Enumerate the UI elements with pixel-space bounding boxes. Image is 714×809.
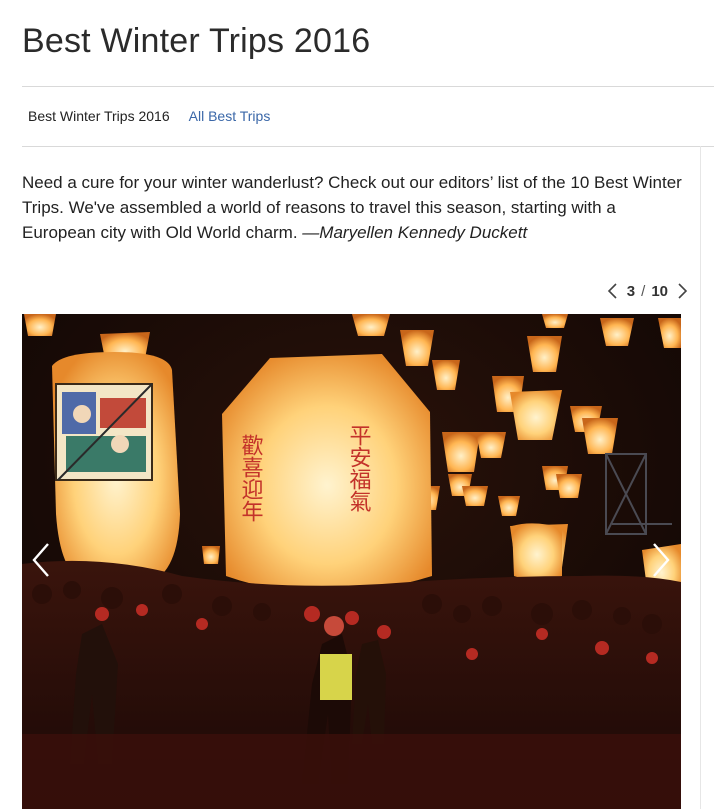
pager-total: 10 — [651, 282, 668, 300]
pager-next-button[interactable] — [674, 282, 690, 300]
slide-next-button[interactable] — [648, 540, 674, 580]
intro-byline: —Maryellen Kennedy Duckett — [302, 223, 528, 242]
lantern-right — [512, 523, 562, 580]
chevron-right-icon — [653, 543, 670, 577]
lantern-left-calligraphy: 歡喜迎年 — [238, 434, 264, 522]
lantern-center: 歡喜迎年 平安福氣 — [222, 354, 432, 593]
lantern-right-calligraphy: 平安福氣 — [346, 424, 372, 512]
chevron-left-icon — [607, 283, 617, 299]
page-title: Best Winter Trips 2016 — [22, 22, 371, 60]
breadcrumb-divider — [22, 146, 714, 147]
slide-prev-button[interactable] — [28, 540, 54, 580]
lantern-left — [52, 352, 180, 582]
chevron-right-icon — [678, 283, 688, 299]
gallery-pager: 3 / 10 — [605, 282, 690, 300]
intro-paragraph: Need a cure for your winter wanderlust? … — [22, 170, 692, 245]
all-best-trips-link[interactable]: All Best Trips — [189, 108, 271, 124]
sky-lantern-photo: 歡喜迎年 平安福氣 — [22, 314, 681, 809]
pager-prev-button[interactable] — [605, 282, 621, 300]
header-divider — [22, 86, 714, 87]
chevron-left-icon — [32, 543, 49, 577]
breadcrumb-current: Best Winter Trips 2016 — [28, 108, 170, 124]
stage-floor — [22, 734, 681, 809]
gallery-slide: 歡喜迎年 平安福氣 — [22, 314, 681, 809]
breadcrumb: Best Winter Trips 2016 All Best Trips — [28, 108, 270, 124]
pager-separator: / — [641, 282, 646, 300]
pager-current: 3 — [626, 282, 636, 300]
scrollbar-track — [700, 146, 701, 809]
